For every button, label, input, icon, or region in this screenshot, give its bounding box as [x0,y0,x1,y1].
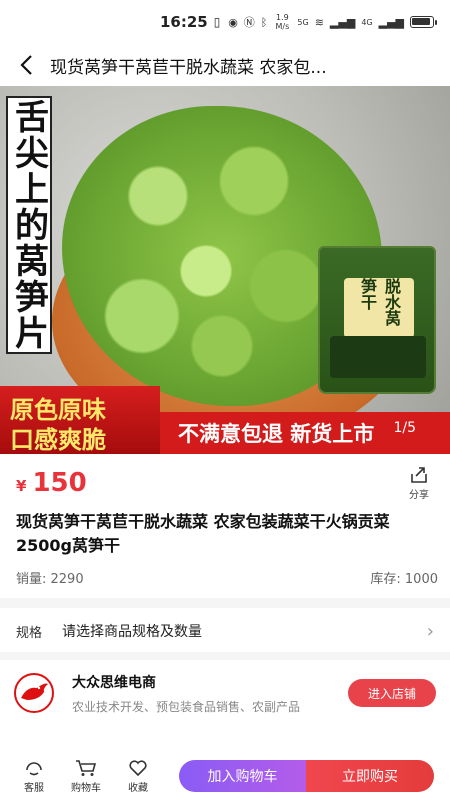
hero-vertical-label: 舌尖上的莴笋片 [6,96,52,354]
shop-name: 大众思维电商 [72,674,156,691]
section-divider [0,598,450,608]
headset-icon [26,761,42,775]
price: ¥ 150 [16,468,87,498]
status-time: 16:25 [160,13,208,31]
nav-bar: 现货莴笋干莴苣干脱水蔬菜 农家包... [0,44,450,86]
battery-icon [410,16,437,28]
battery-level [412,18,430,25]
status-icons: ◉ Ⓝ ᛒ 1.9 M/s 5G ≋ ▂▄▆ 4G ▂▄▆ [228,13,437,31]
price-symbol: ¥ [16,477,27,495]
product-stats: 销量: 2290 库存: 1000 [16,568,438,587]
add-to-cart-button[interactable]: 加入购物车 [179,760,306,792]
banner-strip-text: 不满意包退 新货上市 [178,422,375,446]
back-arrow-icon[interactable] [6,44,46,86]
nav-title: 现货莴笋干莴苣干脱水蔬菜 农家包... [50,57,327,78]
bluetooth-icon: ᛒ [260,15,268,29]
sales-count: 销量: 2290 [16,572,84,587]
carousel-page-indicator: 1/5 [393,420,416,436]
package-window [330,336,426,378]
enter-shop-button[interactable]: 进入店铺 [348,679,436,707]
hero-vertical-text: 舌尖上的莴笋片 [8,99,49,351]
shop-logo[interactable] [14,673,54,713]
share-label: 分享 [409,489,429,501]
price-value: 150 [32,468,87,498]
price-row: ¥ 150 分享 [0,454,450,512]
package-label: 脱水莴笋干 [344,278,414,338]
shop-row: 大众思维电商 农业技术开发、预包装食品销售、农副产品 进入店铺 [0,664,450,722]
shop-description: 农业技术开发、预包装食品销售、农副产品 [72,699,301,714]
cart-button[interactable]: 购物车 [60,759,112,794]
stock-count: 库存: 1000 [370,572,438,587]
cart-icon [76,759,97,776]
heart-icon [129,759,147,776]
nfc-icon: Ⓝ [243,16,255,29]
share-icon [411,466,427,483]
eye-icon: ◉ [228,15,238,29]
signal-bars-icon-2: ▂▄▆ [378,15,404,29]
status-bar: 16:25 ▯ ◉ Ⓝ ᛒ 1.9 M/s 5G ≋ ▂▄▆ 4G ▂▄▆ [0,0,450,44]
signal-5g: 5G [297,17,309,27]
favorite-button[interactable]: 收藏 [112,759,164,794]
product-title: 现货莴笋干莴苣干脱水蔬菜 农家包装蔬菜干火锅贡菜 2500g莴笋干 [16,512,390,555]
service-label: 客服 [24,782,44,794]
product-image-carousel[interactable]: 舌尖上的莴笋片 脱水莴笋干 原色原味 口感爽脆 不满意包退 新货上市 1/5 [0,86,450,454]
section-divider-2 [0,652,450,660]
shop-info: 大众思维电商 农业技术开发、预包装食品销售、农副产品 [72,672,300,715]
favorite-label: 收藏 [128,782,148,794]
package-image: 脱水莴笋干 [318,246,436,394]
banner-line2: 口感爽脆 [10,426,106,454]
net-speed: 1.9 M/s [275,13,290,31]
spec-value: 请选择商品规格及数量 [62,624,202,640]
sim-icon: ▯ [213,15,221,29]
cart-label: 购物车 [71,782,101,794]
bottom-action-bar: 客服 购物车 收藏 加入购物车 立即购买 [0,752,450,800]
wifi-icon: ≋ [314,15,324,29]
spec-selector[interactable]: 规格 请选择商品规格及数量 › [0,612,450,650]
service-button[interactable]: 客服 [8,759,60,794]
share-button[interactable]: 分享 [404,466,434,501]
hero-red-banner: 原色原味 口感爽脆 [0,386,160,454]
signal-bars-icon: ▂▄▆ [329,15,356,29]
buy-now-button[interactable]: 立即购买 [306,760,434,792]
chevron-right-icon: › [426,620,434,642]
signal-4g: 4G [361,17,373,27]
spec-key: 规格 [16,625,43,641]
